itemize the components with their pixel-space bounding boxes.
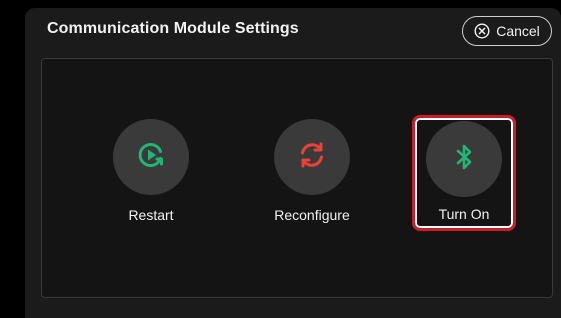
cancel-button-label: Cancel	[496, 23, 540, 39]
cancel-button[interactable]: Cancel	[462, 16, 552, 46]
bluetooth-icon	[449, 142, 479, 177]
bluetooth-icon-circle	[426, 121, 502, 197]
settings-dialog: Communication Module Settings Cancel Res…	[25, 8, 561, 318]
turn-on-button[interactable]: Turn On	[412, 115, 516, 231]
reconfigure-icon	[297, 140, 327, 175]
actions-panel: Restart Reconfigure Turn On	[41, 58, 553, 298]
reconfigure-label: Reconfigure	[274, 207, 350, 223]
restart-button[interactable]: Restart	[101, 119, 201, 227]
close-circle-icon	[474, 23, 490, 39]
restart-icon	[136, 140, 166, 175]
restart-icon-circle	[113, 119, 189, 195]
reconfigure-icon-circle	[274, 119, 350, 195]
reconfigure-button[interactable]: Reconfigure	[262, 119, 362, 227]
dialog-title: Communication Module Settings	[47, 20, 299, 37]
restart-label: Restart	[128, 207, 174, 223]
turn-on-label: Turn On	[438, 206, 490, 222]
